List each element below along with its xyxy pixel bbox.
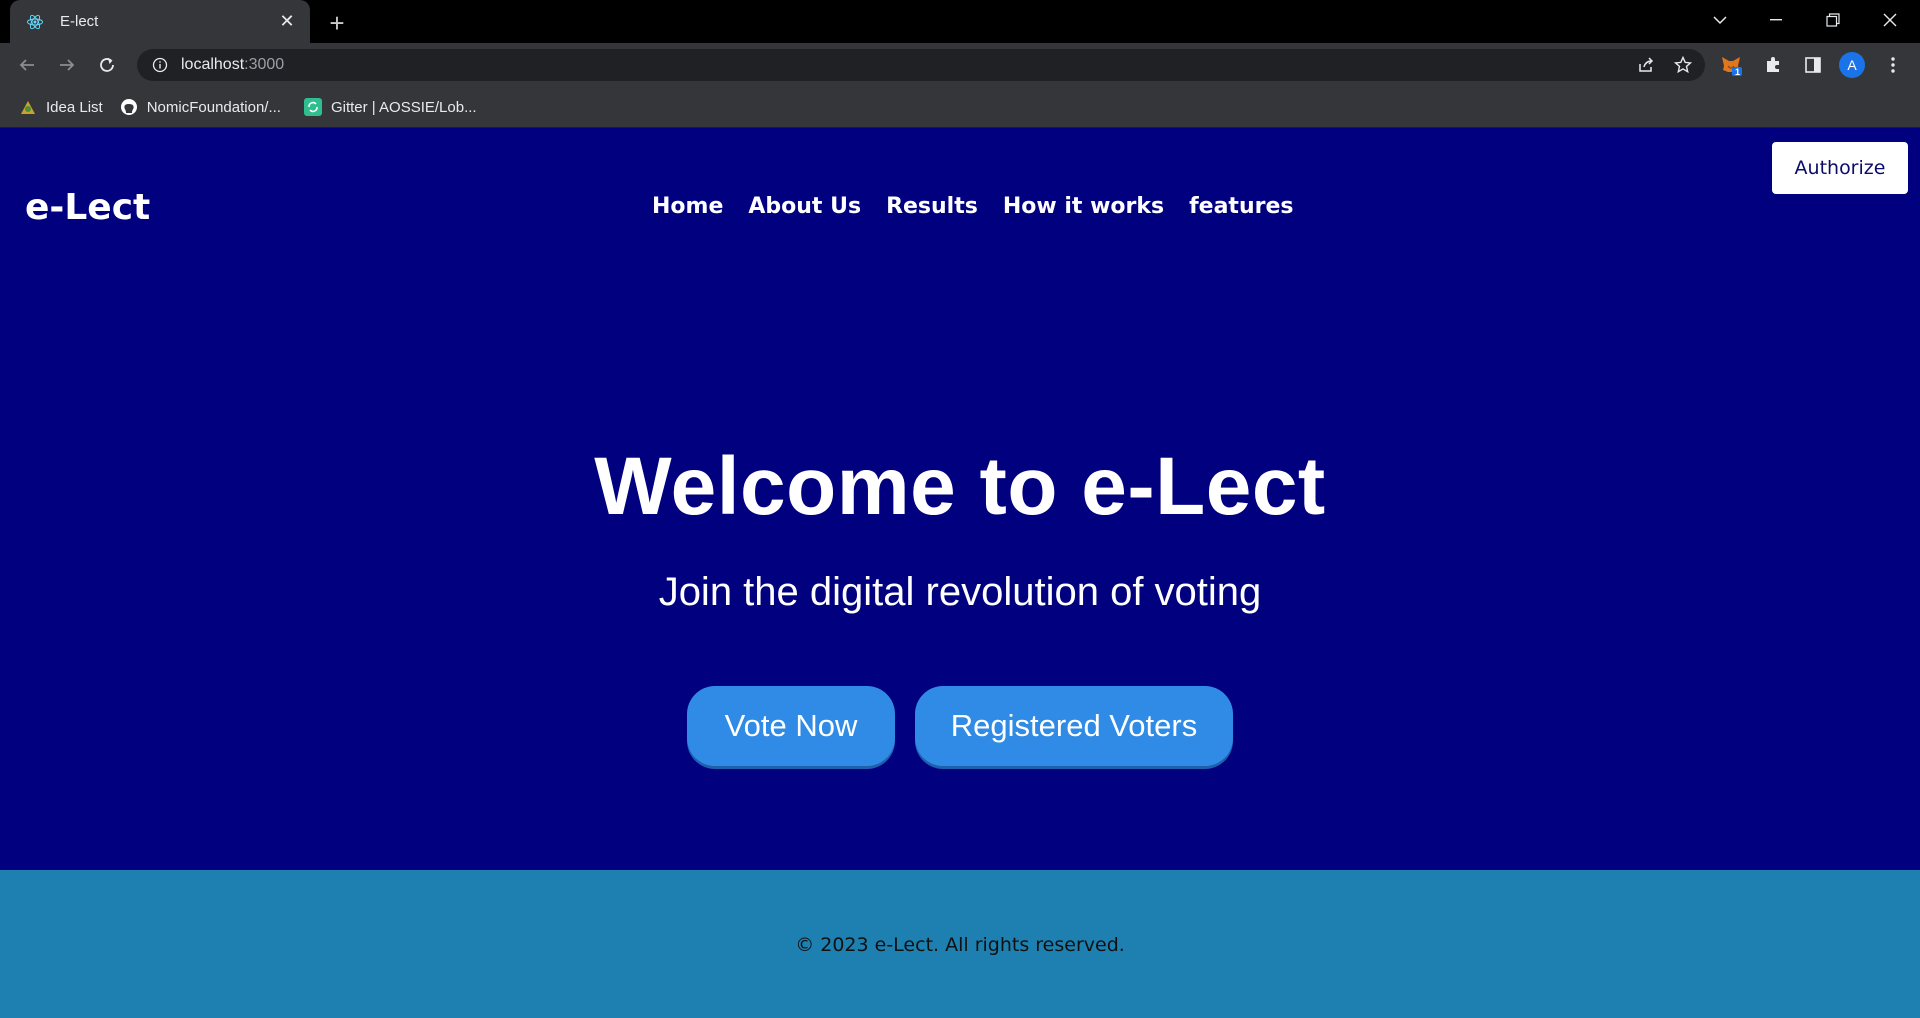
- browser-tab-strip: E-lect ✕ +: [0, 0, 1920, 43]
- metamask-extension-icon[interactable]: 1: [1716, 50, 1746, 80]
- restore-icon[interactable]: [1805, 0, 1861, 40]
- reload-icon[interactable]: [92, 50, 122, 80]
- minimize-icon[interactable]: [1748, 0, 1804, 40]
- bookmark-label: NomicFoundation/...: [146, 98, 281, 116]
- hero-subtitle: Join the digital revolution of voting: [658, 570, 1262, 614]
- bookmark-label: Idea List: [46, 98, 103, 116]
- bookmark-star-icon[interactable]: [1668, 49, 1698, 81]
- page-viewport: e-Lect Home About Us Results How it work…: [0, 128, 1920, 1018]
- react-favicon-icon: [24, 11, 46, 33]
- vote-now-button[interactable]: Vote Now: [687, 686, 895, 766]
- bookmark-gitter[interactable]: Gitter | AOSSIE/Lob...: [295, 92, 485, 122]
- address-bar[interactable]: localhost:3000: [137, 49, 1705, 81]
- tab-search-icon[interactable]: [1692, 0, 1748, 40]
- side-panel-icon[interactable]: [1798, 50, 1828, 80]
- extensions-puzzle-icon[interactable]: [1758, 50, 1788, 80]
- browser-menu-icon[interactable]: [1878, 50, 1908, 80]
- profile-avatar[interactable]: A: [1839, 52, 1865, 78]
- nav-link-home[interactable]: Home: [652, 194, 723, 219]
- share-icon[interactable]: [1631, 49, 1661, 81]
- forward-arrow-icon[interactable]: [52, 50, 82, 80]
- new-tab-button[interactable]: +: [322, 8, 352, 38]
- bookmarks-bar: Idea List NomicFoundation/... Gitter | A…: [0, 87, 1920, 128]
- tab-title: E-lect: [60, 13, 99, 30]
- url-port: :3000: [244, 56, 285, 73]
- nav-link-how-it-works[interactable]: How it works: [1003, 194, 1164, 219]
- url-text: localhost:3000: [181, 56, 284, 74]
- bookmark-label: Gitter | AOSSIE/Lob...: [330, 98, 477, 116]
- github-icon: [119, 97, 139, 117]
- hero-section: e-Lect Home About Us Results How it work…: [0, 128, 1920, 870]
- nav-link-results[interactable]: Results: [886, 194, 978, 219]
- hero-actions: Vote Now Registered Voters: [687, 686, 1233, 766]
- bookmark-nomicfoundation[interactable]: NomicFoundation/...: [111, 92, 289, 122]
- browser-toolbar: localhost:3000 1: [0, 43, 1920, 87]
- registered-voters-button[interactable]: Registered Voters: [915, 686, 1233, 766]
- back-arrow-icon[interactable]: [12, 50, 42, 80]
- url-host: localhost: [181, 56, 245, 73]
- gitter-icon: [303, 97, 323, 117]
- copyright-text: © 2023 e-Lect. All rights reserved.: [795, 934, 1125, 956]
- extension-badge: 1: [1735, 67, 1741, 77]
- nav-link-features[interactable]: features: [1189, 194, 1293, 219]
- close-window-icon[interactable]: [1862, 0, 1918, 40]
- idea-list-favicon-icon: [18, 97, 38, 117]
- site-footer: © 2023 e-Lect. All rights reserved.: [0, 870, 1920, 1018]
- site-info-icon[interactable]: [151, 56, 169, 74]
- close-tab-icon[interactable]: ✕: [276, 11, 298, 33]
- browser-tab[interactable]: E-lect ✕: [10, 0, 310, 43]
- nav-link-about-us[interactable]: About Us: [748, 194, 861, 219]
- authorize-button[interactable]: Authorize: [1772, 142, 1908, 194]
- main-nav: Home About Us Results How it works featu…: [652, 194, 1293, 219]
- bookmark-idea-list[interactable]: Idea List: [10, 92, 111, 122]
- site-logo[interactable]: e-Lect: [25, 187, 150, 228]
- hero-title: Welcome to e-Lect: [594, 441, 1326, 532]
